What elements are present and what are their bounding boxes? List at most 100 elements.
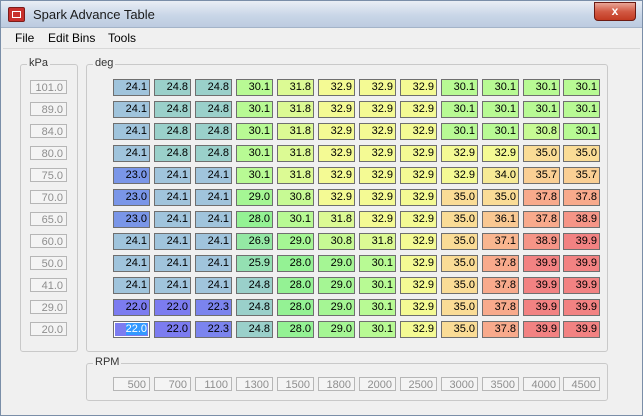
table-cell[interactable]: 39.9 [563, 299, 600, 316]
table-cell[interactable]: 32.9 [400, 211, 437, 228]
table-cell[interactable]: 28.0 [236, 211, 273, 228]
table-cell[interactable]: 32.9 [318, 145, 355, 162]
table-cell[interactable]: 25.9 [236, 255, 273, 272]
table-cell[interactable]: 24.8 [236, 321, 273, 338]
table-cell[interactable]: 32.9 [400, 79, 437, 96]
table-cell[interactable]: 30.1 [359, 299, 396, 316]
table-cell[interactable]: 30.1 [359, 277, 396, 294]
table-cell[interactable]: 22.0 [154, 299, 191, 316]
table-cell[interactable]: 24.1 [113, 255, 150, 272]
table-cell[interactable]: 24.1 [113, 79, 150, 96]
table-cell[interactable]: 31.8 [277, 167, 314, 184]
table-cell[interactable]: 39.9 [563, 255, 600, 272]
table-cell[interactable]: 32.9 [359, 79, 396, 96]
table-cell[interactable]: 23.0 [113, 167, 150, 184]
table-cell[interactable]: 24.8 [154, 101, 191, 118]
table-cell[interactable]: 30.1 [563, 79, 600, 96]
table-cell[interactable]: 35.0 [441, 211, 478, 228]
table-cell[interactable]: 30.1 [359, 321, 396, 338]
table-cell[interactable]: 22.0 [113, 299, 150, 316]
table-cell[interactable]: 32.9 [400, 255, 437, 272]
table-cell[interactable]: 31.8 [277, 79, 314, 96]
table-cell[interactable]: 32.9 [359, 189, 396, 206]
table-cell[interactable]: 37.8 [482, 321, 519, 338]
table-cell[interactable]: 23.0 [113, 189, 150, 206]
table-cell[interactable]: 35.0 [441, 277, 478, 294]
table-cell[interactable]: 32.9 [400, 123, 437, 140]
table-cell[interactable]: 35.0 [441, 255, 478, 272]
table-cell[interactable]: 32.9 [359, 123, 396, 140]
table-cell[interactable]: 28.0 [277, 255, 314, 272]
menu-file[interactable]: File [15, 31, 34, 45]
table-cell[interactable]: 37.8 [482, 299, 519, 316]
menu-tools[interactable]: Tools [108, 31, 136, 45]
table-cell[interactable]: 30.1 [441, 101, 478, 118]
table-cell[interactable]: 30.1 [236, 167, 273, 184]
table-cell[interactable]: 24.1 [154, 277, 191, 294]
table-cell[interactable]: 38.9 [523, 233, 560, 250]
table-cell[interactable]: 35.0 [523, 145, 560, 162]
table-cell[interactable]: 29.0 [318, 255, 355, 272]
table-cell[interactable]: 24.1 [113, 277, 150, 294]
table-cell[interactable]: 29.0 [318, 321, 355, 338]
table-cell[interactable]: 30.1 [236, 145, 273, 162]
title-bar[interactable]: Spark Advance Table x [1, 1, 642, 28]
table-cell[interactable]: 24.8 [236, 299, 273, 316]
table-cell[interactable]: 23.0 [113, 211, 150, 228]
table-cell[interactable]: 24.1 [195, 255, 232, 272]
table-cell[interactable]: 32.9 [482, 145, 519, 162]
table-cell[interactable]: 22.0 [154, 321, 191, 338]
table-cell[interactable]: 32.9 [318, 79, 355, 96]
table-cell[interactable]: 24.1 [195, 233, 232, 250]
table-cell[interactable]: 30.1 [523, 101, 560, 118]
table-cell[interactable]: 35.0 [441, 299, 478, 316]
table-cell[interactable]: 35.0 [563, 145, 600, 162]
table-cell[interactable]: 22.0 [113, 321, 150, 338]
table-cell[interactable]: 30.1 [236, 79, 273, 96]
table-cell[interactable]: 30.1 [482, 79, 519, 96]
table-cell[interactable]: 32.9 [400, 299, 437, 316]
table-cell[interactable]: 30.1 [236, 123, 273, 140]
table-cell[interactable]: 37.8 [482, 255, 519, 272]
table-cell[interactable]: 24.1 [195, 211, 232, 228]
table-cell[interactable]: 24.1 [154, 211, 191, 228]
table-cell[interactable]: 32.9 [400, 321, 437, 338]
table-cell[interactable]: 24.1 [154, 167, 191, 184]
table-cell[interactable]: 24.1 [195, 167, 232, 184]
table-cell[interactable]: 24.1 [113, 233, 150, 250]
table-cell[interactable]: 30.1 [482, 123, 519, 140]
table-cell[interactable]: 28.0 [277, 321, 314, 338]
table-cell[interactable]: 39.9 [563, 321, 600, 338]
table-cell[interactable]: 24.1 [154, 255, 191, 272]
table-cell[interactable]: 32.9 [400, 277, 437, 294]
table-cell[interactable]: 22.3 [195, 321, 232, 338]
table-cell[interactable]: 28.0 [277, 299, 314, 316]
table-cell[interactable]: 31.8 [277, 123, 314, 140]
table-cell[interactable]: 24.8 [195, 101, 232, 118]
table-cell[interactable]: 28.0 [277, 277, 314, 294]
table-cell[interactable]: 32.9 [400, 189, 437, 206]
table-cell[interactable]: 39.9 [523, 299, 560, 316]
table-cell[interactable]: 24.8 [154, 79, 191, 96]
table-cell[interactable]: 24.1 [113, 123, 150, 140]
table-cell[interactable]: 24.1 [113, 101, 150, 118]
table-cell[interactable]: 32.9 [441, 167, 478, 184]
table-cell[interactable]: 30.1 [359, 255, 396, 272]
table-cell[interactable]: 32.9 [318, 101, 355, 118]
table-cell[interactable]: 32.9 [359, 101, 396, 118]
table-cell[interactable]: 24.8 [236, 277, 273, 294]
table-cell[interactable]: 30.1 [523, 79, 560, 96]
table-cell[interactable]: 30.1 [482, 101, 519, 118]
table-cell[interactable]: 30.8 [277, 189, 314, 206]
table-cell[interactable]: 30.1 [441, 123, 478, 140]
table-cell[interactable]: 37.8 [523, 189, 560, 206]
table-cell[interactable]: 32.9 [318, 167, 355, 184]
table-cell[interactable]: 24.8 [195, 79, 232, 96]
table-cell[interactable]: 29.0 [318, 277, 355, 294]
table-cell[interactable]: 39.9 [563, 233, 600, 250]
table-cell[interactable]: 32.9 [400, 145, 437, 162]
table-cell[interactable]: 32.9 [400, 167, 437, 184]
table-cell[interactable]: 32.9 [318, 189, 355, 206]
table-cell[interactable]: 32.9 [318, 123, 355, 140]
table-cell[interactable]: 35.7 [523, 167, 560, 184]
